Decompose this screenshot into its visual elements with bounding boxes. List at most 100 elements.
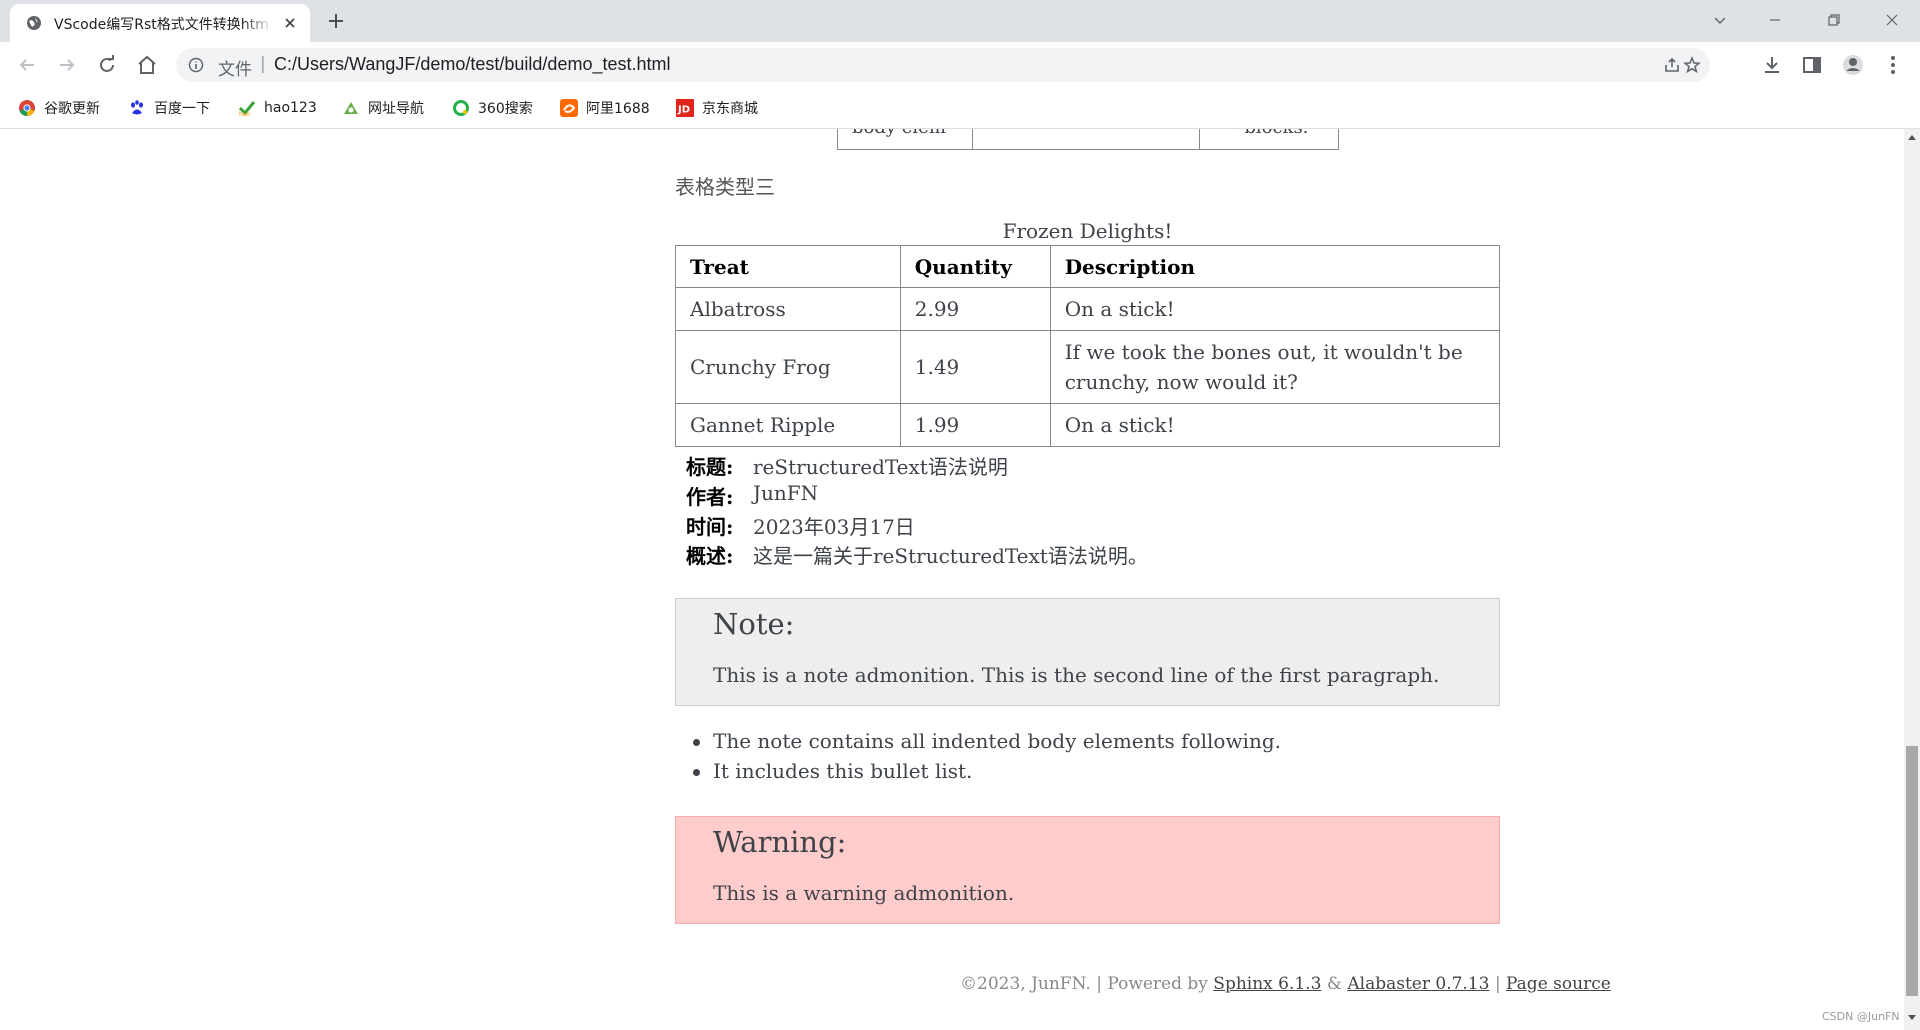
footer-powered: Powered by — [1107, 974, 1208, 994]
column-header: Treat — [675, 245, 901, 288]
note-admonition: Note: This is a note admonition. This is… — [675, 598, 1500, 706]
page-source-link[interactable]: Page source — [1506, 974, 1611, 994]
address-bar[interactable]: 文件 | C:/Users/WangJF/demo/test/build/dem… — [176, 48, 1710, 82]
field-value: 这是一篇关于reStructuredText语法说明。 — [753, 544, 1148, 568]
field-name: 概述: — [686, 544, 734, 568]
bookmark-item[interactable]: 百度一下 — [128, 97, 210, 119]
tab-title: VScode编写Rst格式文件转换htm — [54, 17, 269, 33]
footer-separator: | — [1096, 974, 1102, 994]
table-row: Gannet Ripple 1.99 On a stick! — [675, 403, 1501, 447]
bookmark-label: 网址导航 — [368, 101, 424, 117]
list-item-text: It includes this bullet list. — [713, 759, 973, 783]
nav-icon — [344, 102, 358, 114]
prev-table-cell — [973, 129, 1200, 149]
share-icon[interactable] — [1663, 56, 1681, 74]
table-cell: Gannet Ripple — [675, 403, 901, 447]
table-header-row: Treat Quantity Description — [675, 245, 1501, 288]
info-icon[interactable] — [188, 57, 204, 73]
reload-icon[interactable] — [95, 53, 119, 77]
warning-body: This is a warning admonition. — [713, 881, 1015, 905]
url-text[interactable]: C:/Users/WangJF/demo/test/build/demo_tes… — [274, 54, 670, 75]
address-separator: | — [260, 54, 266, 74]
column-header: Description — [1049, 245, 1501, 288]
menu-dots-icon[interactable] — [1881, 53, 1905, 77]
table-cell: On a stick! — [1049, 287, 1501, 331]
prev-table-text: body elem — [852, 129, 946, 138]
close-window-icon[interactable] — [1880, 8, 1904, 32]
field-value: reStructuredText语法说明 — [753, 455, 1008, 479]
alibaba-icon — [560, 99, 578, 117]
field-name: 作者: — [686, 485, 734, 509]
warning-title: Warning: — [713, 825, 847, 859]
data-table: Treat Quantity Description Albatross 2.9… — [675, 245, 1501, 447]
browser-toolbar: 文件 | C:/Users/WangJF/demo/test/build/dem… — [0, 42, 1920, 88]
bookmark-item[interactable]: 谷歌更新 — [18, 97, 100, 119]
bullet-dot — [693, 739, 700, 746]
hao123-icon: hao — [238, 101, 256, 117]
footer-copyright: ©2023, JunFN. — [960, 974, 1091, 994]
minimize-icon[interactable] — [1763, 8, 1787, 32]
table-row: Crunchy Frog 1.49 If we took the bones o… — [675, 330, 1501, 404]
forward-icon[interactable] — [55, 53, 79, 77]
page-scrollbar[interactable] — [1904, 129, 1920, 1030]
table-cell: On a stick! — [1049, 403, 1501, 447]
restore-icon[interactable] — [1822, 8, 1846, 32]
bookmark-label: 阿里1688 — [586, 101, 650, 117]
jd-icon: JD — [676, 99, 694, 117]
bookmark-label: 360搜索 — [478, 101, 533, 117]
bookmarks-bar: 谷歌更新 百度一下 hao hao123 网址导航 360搜索 阿里1688 J… — [0, 88, 1920, 129]
scroll-up-arrow-icon[interactable] — [1908, 135, 1916, 140]
field-name: 时间: — [686, 515, 734, 539]
side-panel-icon[interactable] — [1800, 53, 1824, 77]
bookmark-label: hao123 — [264, 100, 317, 116]
page-viewport: body elem • blocks. 表格类型三 Frozen Delight… — [0, 129, 1904, 1030]
list-item-text: The note contains all indented body elem… — [713, 729, 1281, 753]
new-tab-icon[interactable] — [326, 11, 346, 31]
footer-amp: & — [1326, 974, 1342, 994]
bookmark-item[interactable]: JD 京东商城 — [676, 97, 758, 119]
bookmark-item[interactable]: 阿里1688 — [560, 97, 650, 119]
close-tab-icon[interactable] — [282, 15, 298, 31]
table-cell: If we took the bones out, it wouldn't be… — [1049, 330, 1501, 404]
alabaster-link[interactable]: Alabaster 0.7.13 — [1347, 974, 1489, 994]
footer-separator: | — [1494, 974, 1501, 994]
back-icon[interactable] — [15, 53, 39, 77]
field-value: JunFN — [753, 481, 819, 505]
profile-avatar-icon[interactable] — [1841, 53, 1865, 77]
bookmark-item[interactable]: hao hao123 — [238, 97, 317, 119]
bookmark-item[interactable]: 网址导航 — [342, 97, 424, 119]
table-cell: 1.99 — [899, 403, 1051, 447]
field-value: 2023年03月17日 — [753, 515, 915, 539]
scrollbar-thumb[interactable] — [1906, 746, 1918, 996]
svg-text:JD: JD — [677, 105, 690, 116]
home-icon[interactable] — [135, 53, 159, 77]
bookmark-star-icon[interactable] — [1683, 56, 1701, 74]
table-caption: Frozen Delights! — [1002, 219, 1173, 243]
bookmark-label: 谷歌更新 — [44, 101, 100, 117]
warning-admonition: Warning: This is a warning admonition. — [675, 816, 1500, 924]
globe-icon — [27, 16, 41, 30]
baidu-paw-icon — [131, 100, 143, 115]
note-body: This is a note admonition. This is the s… — [713, 663, 1440, 687]
table-cell: 1.49 — [899, 330, 1051, 404]
bookmark-item[interactable]: 360搜索 — [452, 97, 533, 119]
prev-table-cell: body elem — [838, 129, 973, 149]
bullet-dot — [693, 769, 700, 776]
address-scheme: 文件 — [218, 60, 252, 80]
chrome-icon — [19, 100, 35, 117]
table-cell: Albatross — [675, 287, 901, 331]
column-header: Quantity — [899, 245, 1051, 288]
section-label: 表格类型三 — [675, 175, 775, 199]
bookmark-label: 京东商城 — [702, 101, 758, 117]
360-search-icon — [453, 100, 469, 116]
tab-search-icon[interactable] — [1708, 8, 1732, 32]
scroll-down-arrow-icon[interactable] — [1908, 1015, 1916, 1020]
bookmark-label: 百度一下 — [154, 101, 210, 117]
page-footer: ©2023, JunFN. | Powered by Sphinx 6.1.3 … — [960, 974, 1611, 994]
watermark: CSDN @JunFN — [1822, 1010, 1900, 1023]
tab-strip: VScode编写Rst格式文件转换htm — [0, 0, 1920, 42]
download-icon[interactable] — [1760, 53, 1784, 77]
browser-tab[interactable]: VScode编写Rst格式文件转换htm — [10, 4, 310, 42]
table-cell: 2.99 — [899, 287, 1051, 331]
sphinx-link[interactable]: Sphinx 6.1.3 — [1213, 974, 1321, 994]
